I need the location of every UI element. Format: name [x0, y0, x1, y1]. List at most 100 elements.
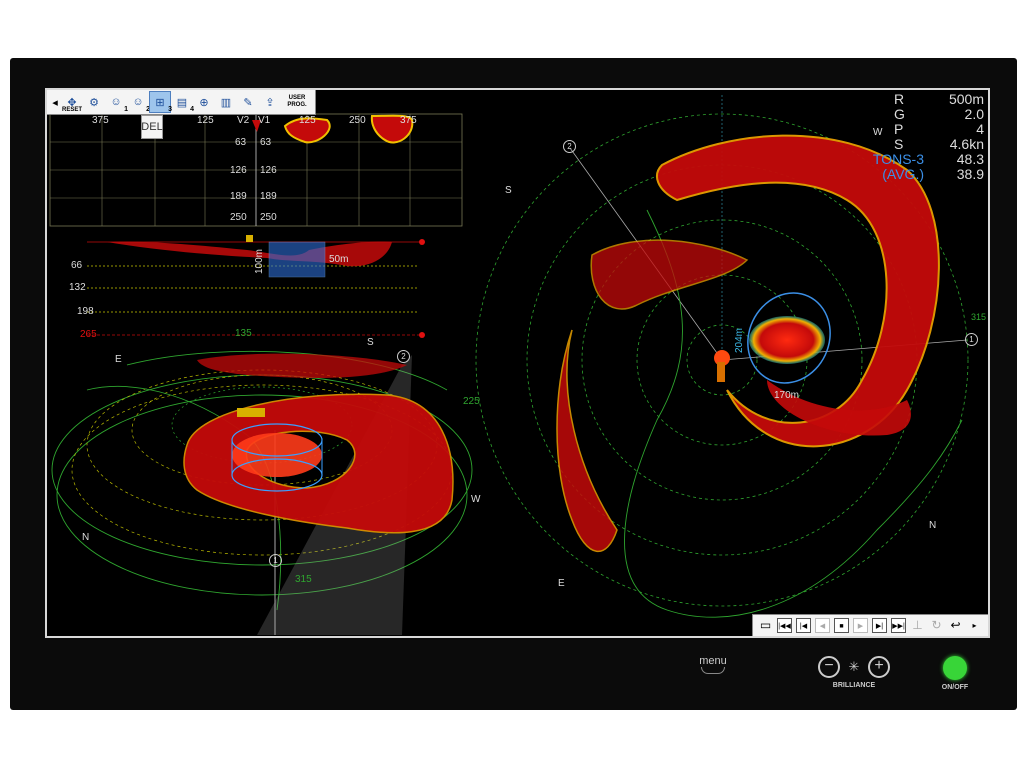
readout-p: P4	[894, 121, 984, 137]
vscan-depth-right-250: 250	[260, 212, 277, 223]
expand-button[interactable]: ▸	[967, 618, 982, 633]
gear-icon: ⚙	[89, 96, 99, 109]
plan-compass-s: S	[505, 185, 512, 196]
view3d-bearing-225: 225	[463, 396, 480, 407]
vscan-depth-right-63: 63	[260, 137, 272, 148]
readout-avg: (AVG.) 38.9	[882, 166, 984, 182]
readout-tons: TONS-3 48.3	[872, 151, 984, 167]
view3d-marker-1[interactable]: 1	[269, 554, 282, 567]
settings-button[interactable]: ⚙	[84, 92, 104, 112]
side-box-height: 100m	[254, 248, 266, 275]
skip-start-icon: |◀◀	[778, 623, 791, 630]
view3d-compass-s: S	[367, 337, 374, 348]
step-forward-icon: ▶	[857, 623, 864, 630]
sun-icon: ✳	[848, 659, 860, 674]
playback-bar: ▭ |◀◀ |◀ ◀ ■ ▶ ▶| ▶▶| ⊥ ↻ ↩ ▸	[752, 614, 988, 636]
brilliance-control: − ✳ + BRILLIANCE	[818, 656, 890, 689]
vscan-tick-right-375: 375	[400, 115, 417, 126]
database-button[interactable]: ▥	[216, 92, 236, 112]
target-button[interactable]: ⊕	[194, 92, 214, 112]
step-forward-button[interactable]: ▶	[853, 618, 868, 633]
history-icon: ↻	[931, 618, 942, 632]
undo-button[interactable]: ↩	[948, 618, 963, 633]
vscan-depth-left-63: 63	[235, 137, 247, 148]
readout-range: R 500m	[894, 91, 984, 107]
view3d-compass-e: E	[115, 354, 122, 365]
skip-end-icon: ▶▶|	[892, 623, 905, 630]
prev-icon: |◀	[799, 623, 808, 630]
grid-icon: ⊞	[155, 96, 165, 109]
mode-2-button[interactable]: ☺ 2	[128, 92, 150, 113]
plan-compass-n: N	[929, 520, 937, 531]
vscan-depth-left-189: 189	[230, 191, 247, 202]
export-button[interactable]: ⇪	[260, 92, 280, 112]
skip-end-button[interactable]: ▶▶|	[891, 618, 906, 633]
delete-button[interactable]: DEL	[141, 115, 163, 139]
menu-label: menu	[699, 655, 727, 667]
toolbar: ◂ ✥ RESET ⚙ ☺ 1 ☺ 2 ⊞ 3 ▤ 4 ⊕ ▥ ✎ ⇪ USER PROG…	[47, 90, 316, 115]
mode-3-button[interactable]: ⊞ 3	[149, 91, 172, 113]
menu-arc-icon	[701, 667, 725, 674]
vscan-label-v1: V1	[258, 115, 271, 126]
undo-icon: ↩	[950, 618, 961, 632]
plan-bearing-315: 315	[971, 312, 987, 322]
side-box-width: 50m	[329, 254, 349, 265]
toolbar-collapse-button[interactable]: ◂	[50, 92, 60, 112]
sonar-readout: R 500m G 2.0 P4 S 4.6kn TONS-3 48.3 (AVG.) 38…	[873, 92, 984, 182]
prev-button[interactable]: |◀	[796, 618, 811, 633]
vscan-depth-left-250: 250	[230, 212, 247, 223]
plan-marker-2[interactable]: 2	[563, 140, 576, 153]
side-depth-132: 132	[69, 282, 86, 293]
step-back-button[interactable]: ◀	[815, 618, 830, 633]
brilliance-decrease-button[interactable]: −	[818, 656, 840, 678]
view3d-compass-n: N	[82, 532, 90, 543]
readout-gain: G 2.0	[894, 106, 984, 122]
brilliance-increase-button[interactable]: +	[868, 656, 890, 678]
view3d-marker-2[interactable]: 2	[397, 350, 410, 363]
view3d-compass-w: W	[471, 494, 481, 505]
stop-button[interactable]: ■	[834, 618, 849, 633]
mode-1-button[interactable]: ☺ 1	[106, 92, 128, 113]
side-depth-198: 198	[77, 306, 94, 317]
plan-marker-1[interactable]: 1	[965, 333, 978, 346]
plus-icon: +	[874, 657, 884, 674]
vertical-scan-echoes	[252, 114, 414, 144]
vscan-tick-left-125: 125	[197, 115, 214, 126]
school-icon: ☺	[110, 96, 122, 108]
history-button[interactable]: ↻	[929, 618, 944, 633]
sonar-display	[49, 95, 969, 635]
brilliance-label: BRILLIANCE	[832, 682, 876, 689]
menu-button[interactable]: menu	[693, 655, 733, 674]
bar-icon: ⊥	[912, 618, 923, 632]
stop-icon: ■	[839, 623, 844, 630]
vscan-depth-left-126: 126	[230, 165, 247, 176]
pen-icon: ✎	[243, 96, 253, 109]
reset-button[interactable]: ✥ RESET	[62, 92, 82, 114]
folder-icon: ▭	[759, 618, 772, 632]
power-button[interactable]: ON/OFF	[935, 656, 975, 691]
power-icon	[943, 656, 967, 680]
export-icon: ⇪	[265, 96, 275, 109]
readout-speed: S 4.6kn	[894, 136, 984, 152]
open-folder-button[interactable]: ▭	[758, 618, 773, 633]
mark-button[interactable]: ⊥	[910, 618, 925, 633]
plan-compass-e: E	[558, 578, 565, 589]
side-depth-265: 265	[80, 329, 97, 340]
user-prog-button[interactable]: USER PROG.	[282, 92, 312, 112]
probe-button[interactable]: ✎	[238, 92, 258, 112]
vscan-tick-right-125: 125	[299, 115, 316, 126]
plan-ring-horizontal-size: 170m	[774, 390, 800, 401]
side-depth-66: 66	[71, 260, 83, 271]
view3d-bearing-315: 315	[295, 574, 312, 585]
step-back-icon: ◀	[819, 623, 826, 630]
next-button[interactable]: ▶|	[872, 618, 887, 633]
target-icon: ⊕	[199, 96, 209, 109]
next-icon: ▶|	[875, 623, 884, 630]
skip-start-button[interactable]: |◀◀	[777, 618, 792, 633]
trash-icon: DEL	[141, 121, 163, 133]
view3d-bearing-135: 135	[235, 328, 252, 339]
mode-4-button[interactable]: ▤ 4	[172, 92, 194, 114]
vscan-tick-left-375: 375	[92, 115, 109, 126]
vscan-depth-right-189: 189	[260, 191, 277, 202]
database-icon: ▥	[220, 96, 232, 109]
